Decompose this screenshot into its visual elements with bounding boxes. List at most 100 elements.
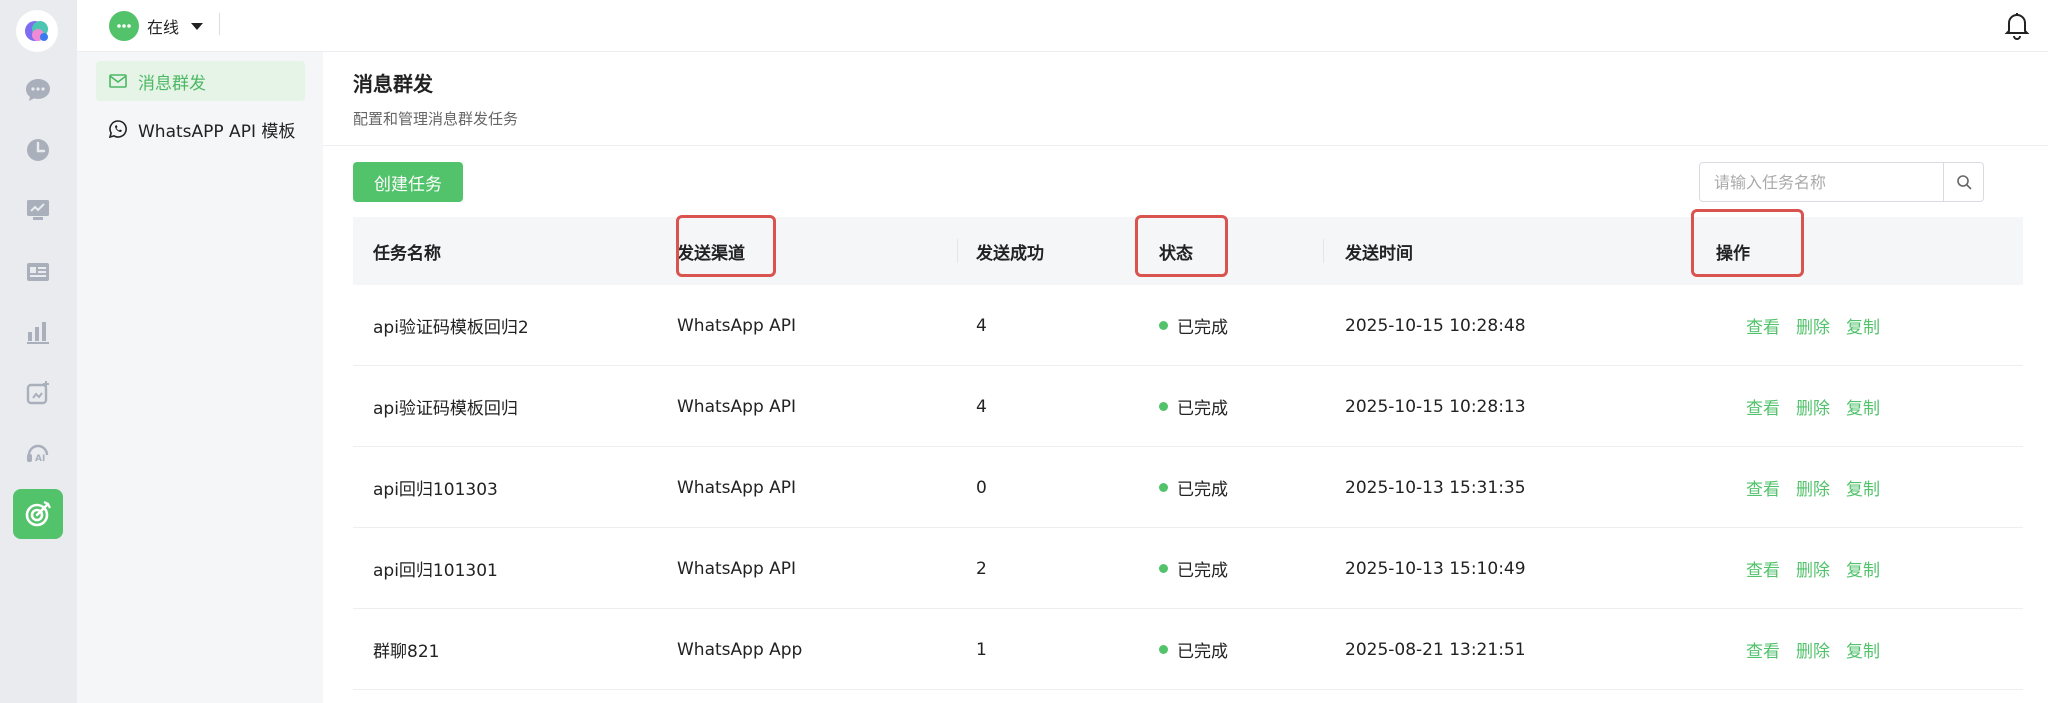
table-row: api验证码模板回归 WhatsApp API 4 已完成 2025-10-15… [353, 366, 2023, 447]
cell-channel: WhatsApp App [677, 639, 803, 660]
status-dot-icon [1159, 645, 1168, 654]
status-text: 已完成 [1177, 318, 1228, 338]
divider [219, 13, 220, 35]
nav-history-icon[interactable] [22, 134, 54, 166]
search-box [1699, 162, 1984, 202]
logo-icon [25, 21, 48, 41]
subnav-item-label: WhatsAPP API 模板 [138, 121, 296, 142]
notification-bell-icon[interactable] [2002, 10, 2032, 40]
highlight-box-actions [1691, 209, 1804, 277]
cell-channel: WhatsApp API [677, 477, 797, 498]
create-task-button[interactable]: 创建任务 [353, 162, 463, 202]
status-text: 已完成 [1177, 399, 1228, 419]
cell-send-time: 2025-10-15 10:28:48 [1345, 315, 1526, 336]
mail-icon [109, 74, 127, 88]
table-row: api验证码模板回归2 WhatsApp API 4 已完成 2025-10-1… [353, 285, 2023, 366]
view-link[interactable]: 查看 [1746, 556, 1780, 581]
cell-task-name: api验证码模板回归2 [373, 318, 529, 338]
page-subtitle: 配置和管理消息群发任务 [353, 110, 519, 128]
status-text: 已完成 [1177, 561, 1228, 581]
delete-link[interactable]: 删除 [1796, 556, 1830, 581]
column-divider [1323, 239, 1324, 263]
cell-actions: 查看 删除 复制 [1746, 528, 1896, 609]
status-text: 已完成 [1177, 642, 1228, 662]
status-dot-icon [1159, 402, 1168, 411]
status-dot-icon [1159, 564, 1168, 573]
app-logo[interactable] [16, 10, 58, 52]
copy-link[interactable]: 复制 [1846, 556, 1880, 581]
page-title: 消息群发 [353, 72, 433, 96]
status-text: 已完成 [1177, 480, 1228, 500]
view-link[interactable]: 查看 [1746, 637, 1780, 662]
task-search-input[interactable] [1700, 163, 1943, 201]
online-status-label: 在线 [147, 18, 180, 37]
view-link[interactable]: 查看 [1746, 313, 1780, 338]
copy-link[interactable]: 复制 [1846, 313, 1880, 338]
cell-actions: 查看 删除 复制 [1746, 447, 1896, 528]
copy-link[interactable]: 复制 [1846, 475, 1880, 500]
table-row: api回归101301 WhatsApp API 2 已完成 2025-10-1… [353, 528, 2023, 609]
svg-text:AI: AI [35, 454, 45, 464]
cell-status: 已完成 [1159, 609, 1228, 690]
nav-dashboard-icon[interactable] [22, 194, 54, 226]
cell-task-name: api回归101303 [373, 480, 498, 500]
chat-bubble-icon [109, 11, 139, 41]
search-button[interactable] [1943, 163, 1983, 201]
cell-send-time: 2025-08-21 13:21:51 [1345, 639, 1526, 660]
delete-link[interactable]: 删除 [1796, 313, 1830, 338]
nav-chat-icon[interactable] [22, 74, 54, 106]
view-link[interactable]: 查看 [1746, 475, 1780, 500]
header-task-name: 任务名称 [373, 243, 441, 264]
status-dot-icon [1159, 483, 1168, 492]
whatsapp-icon [108, 120, 127, 139]
cell-success-count: 4 [976, 396, 987, 417]
sub-navigation: 消息群发 WhatsAPP API 模板 [77, 52, 323, 703]
cell-task-name: api回归101301 [373, 561, 498, 581]
cell-actions: 查看 删除 复制 [1746, 609, 1896, 690]
app-rail: AI [0, 0, 77, 703]
cell-success-count: 1 [976, 639, 987, 660]
status-dot-icon [1159, 321, 1168, 330]
cell-status: 已完成 [1159, 447, 1228, 528]
nav-broadcast-icon[interactable] [13, 489, 63, 539]
cell-success-count: 2 [976, 558, 987, 579]
copy-link[interactable]: 复制 [1846, 394, 1880, 419]
divider [323, 145, 2048, 146]
cell-send-time: 2025-10-13 15:10:49 [1345, 558, 1526, 579]
nav-contacts-icon[interactable] [22, 256, 54, 288]
top-bar: 在线 [77, 0, 2048, 52]
copy-link[interactable]: 复制 [1846, 637, 1880, 662]
delete-link[interactable]: 删除 [1796, 475, 1830, 500]
delete-link[interactable]: 删除 [1796, 637, 1830, 662]
nav-template-icon[interactable] [22, 377, 54, 409]
cell-task-name: api验证码模板回归 [373, 399, 518, 419]
table-row: 群聊821 WhatsApp App 1 已完成 2025-08-21 13:2… [353, 609, 2023, 690]
task-table: 任务名称 发送渠道 发送成功 状态 发送时间 操作 api验证码模板回归2 Wh… [353, 217, 2023, 690]
subnav-item-whatsapp-template[interactable]: WhatsAPP API 模板 [96, 109, 305, 149]
cell-task-name: 群聊821 [373, 642, 440, 662]
cell-channel: WhatsApp API [677, 315, 797, 336]
highlight-box-channel [676, 215, 776, 277]
nav-ai-icon[interactable]: AI [22, 437, 54, 469]
header-success: 发送成功 [976, 243, 1044, 264]
cell-status: 已完成 [1159, 366, 1228, 447]
main-content: 消息群发 配置和管理消息群发任务 创建任务 任务名称 发送渠道 发送成功 状态 … [323, 52, 2048, 703]
table-row: api回归101303 WhatsApp API 0 已完成 2025-10-1… [353, 447, 2023, 528]
cell-status: 已完成 [1159, 528, 1228, 609]
cell-success-count: 4 [976, 315, 987, 336]
cell-status: 已完成 [1159, 285, 1228, 366]
highlight-box-status [1135, 215, 1228, 277]
search-icon [1956, 175, 1972, 190]
cell-actions: 查看 删除 复制 [1746, 366, 1896, 447]
subnav-item-broadcast[interactable]: 消息群发 [96, 61, 305, 101]
subnav-item-label: 消息群发 [138, 73, 206, 94]
column-divider [957, 239, 958, 263]
view-link[interactable]: 查看 [1746, 394, 1780, 419]
nav-stats-icon[interactable] [22, 316, 54, 348]
cell-channel: WhatsApp API [677, 558, 797, 579]
online-status-selector[interactable]: 在线 [109, 10, 204, 42]
cell-actions: 查看 删除 复制 [1746, 285, 1896, 366]
cell-send-time: 2025-10-13 15:31:35 [1345, 477, 1526, 498]
header-send-time: 发送时间 [1345, 243, 1413, 264]
delete-link[interactable]: 删除 [1796, 394, 1830, 419]
